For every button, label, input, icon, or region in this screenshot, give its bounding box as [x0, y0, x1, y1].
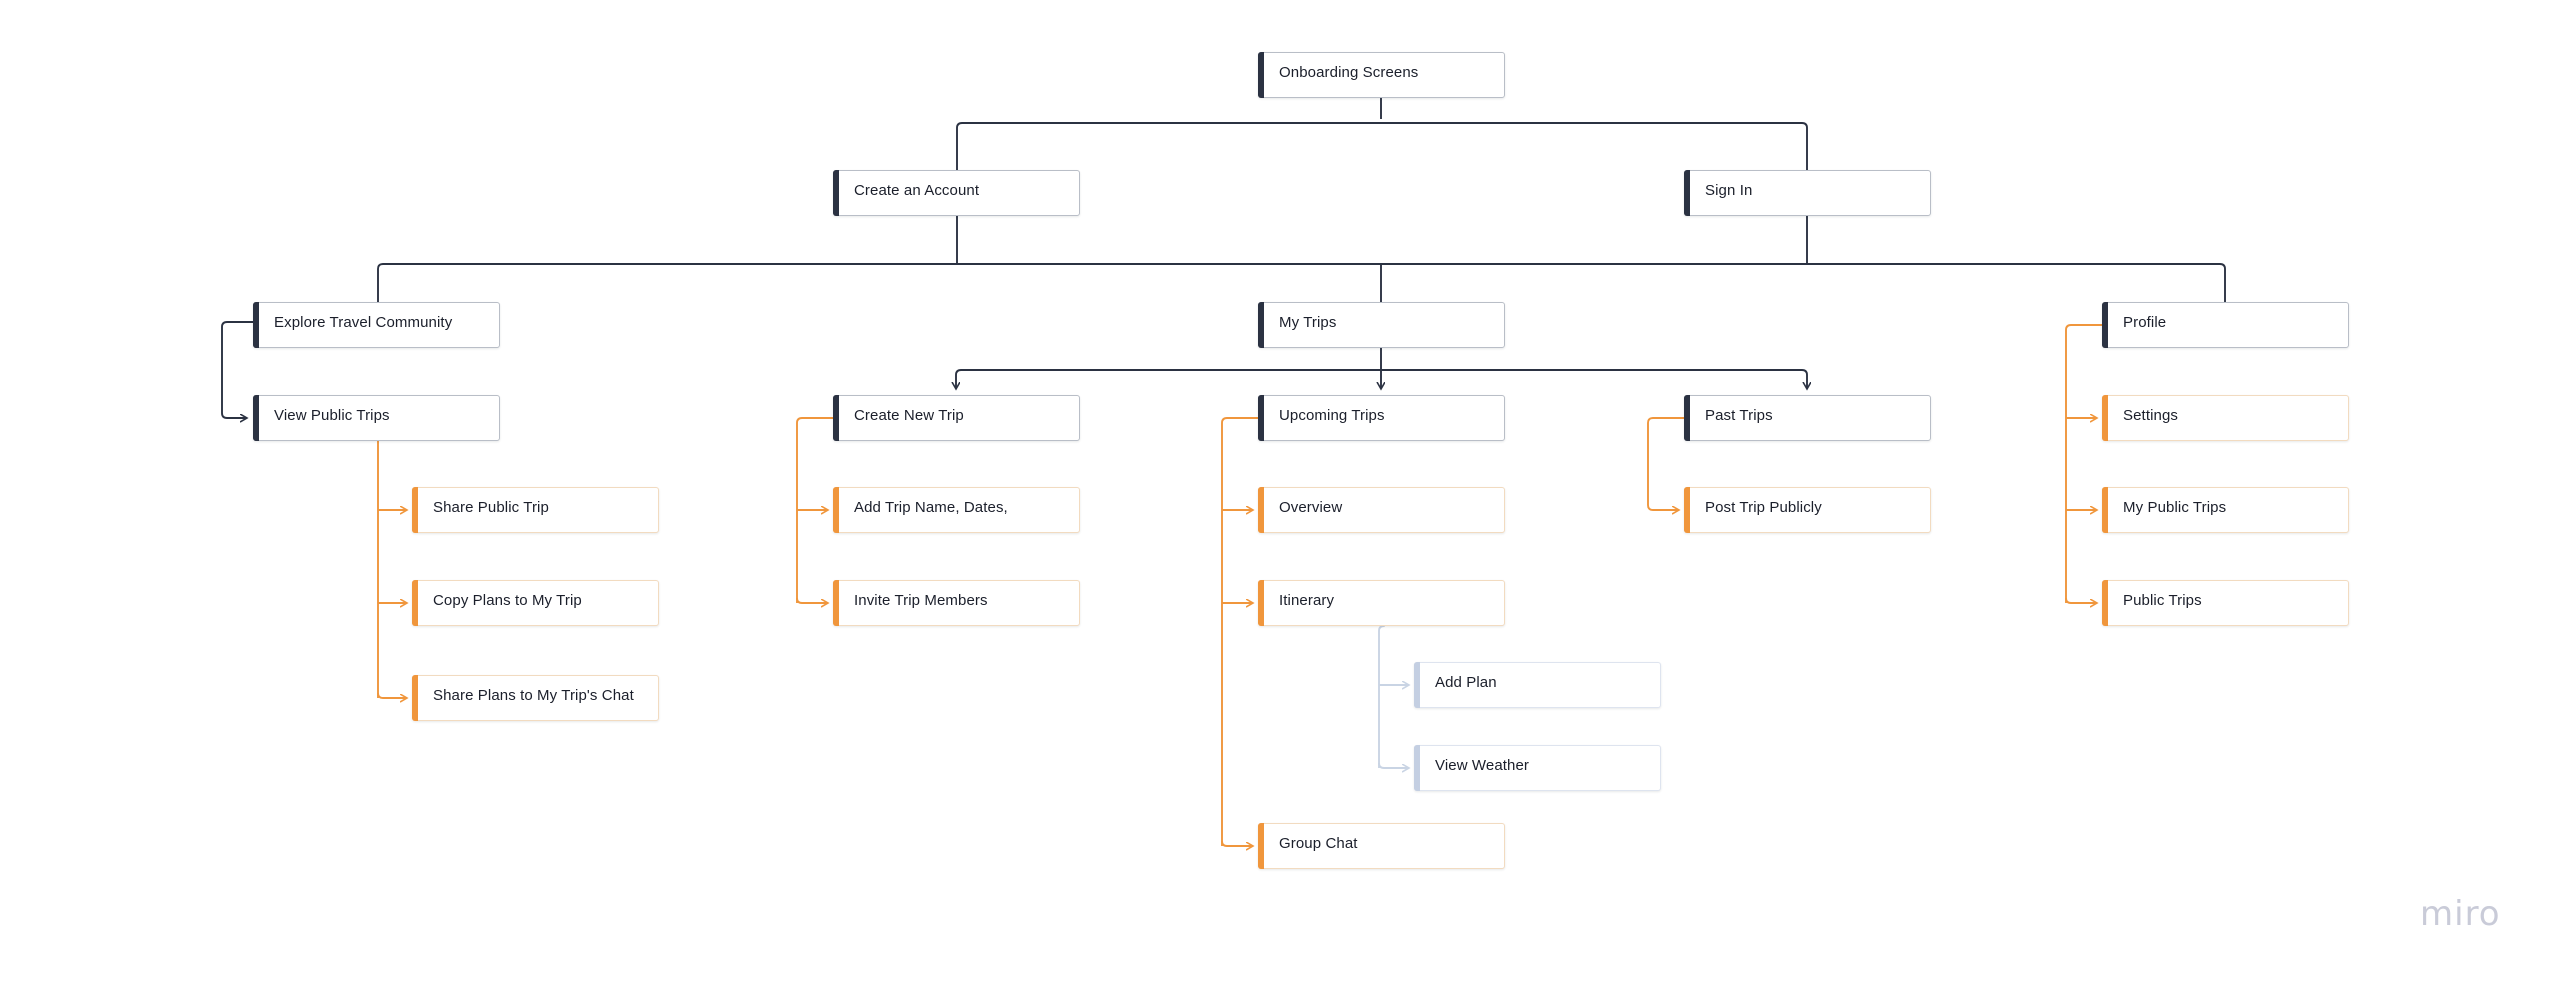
node-invite-trip-members[interactable]: Invite Trip Members — [833, 580, 1080, 626]
node-accent-bar-past-trips — [1684, 395, 1690, 441]
node-accent-bar-upcoming-trips — [1258, 395, 1264, 441]
node-upcoming-trips[interactable]: Upcoming Trips — [1258, 395, 1505, 441]
edge-vpt-to-share-plans-chat — [377, 692, 406, 698]
node-accent-bar-create-new-trip — [833, 395, 839, 441]
node-label-add-trip-name-dates: Add Trip Name, Dates, — [854, 499, 1008, 516]
node-create-an-account[interactable]: Create an Account — [833, 170, 1080, 216]
node-accent-bar-my-public-trips — [2102, 487, 2108, 533]
node-label-create-new-trip: Create New Trip — [854, 407, 964, 424]
node-accent-bar-public-trips — [2102, 580, 2108, 626]
node-accent-bar-my-trips — [1258, 302, 1264, 348]
node-past-trips[interactable]: Past Trips — [1684, 395, 1931, 441]
node-accent-bar-create-an-account — [833, 170, 839, 216]
node-accent-bar-group-chat — [1258, 823, 1264, 869]
node-label-view-public-trips: View Public Trips — [274, 407, 390, 424]
edge-view-public-trips-trunk — [253, 417, 384, 698]
miro-watermark: miro — [2420, 894, 2501, 934]
node-group-chat[interactable]: Group Chat — [1258, 823, 1505, 869]
node-accent-bar-invite-trip-members — [833, 580, 839, 626]
node-label-onboarding-screens: Onboarding Screens — [1279, 64, 1419, 81]
edge-create-new-trip-trunk — [796, 417, 833, 603]
node-my-public-trips[interactable]: My Public Trips — [2102, 487, 2349, 533]
node-sign-in[interactable]: Sign In — [1684, 170, 1931, 216]
node-label-itinerary: Itinerary — [1279, 592, 1335, 609]
node-accent-bar-add-plan — [1414, 662, 1420, 708]
node-accent-bar-view-weather — [1414, 745, 1420, 791]
node-label-share-public-trip: Share Public Trip — [433, 499, 549, 516]
node-accent-bar-post-trip-publicly — [1684, 487, 1690, 533]
node-share-plans-to-my-trips-chat[interactable]: Share Plans to My Trip's Chat — [412, 675, 659, 721]
node-label-post-trip-publicly: Post Trip Publicly — [1705, 499, 1822, 516]
node-public-trips[interactable]: Public Trips — [2102, 580, 2349, 626]
node-explore-travel-community[interactable]: Explore Travel Community — [253, 302, 500, 348]
node-label-view-weather: View Weather — [1435, 757, 1530, 774]
node-label-sign-in: Sign In — [1705, 182, 1753, 199]
node-accent-bar-itinerary — [1258, 580, 1264, 626]
edge-cnt-to-invite-members — [796, 597, 827, 603]
node-label-overview: Overview — [1279, 499, 1343, 516]
node-label-invite-trip-members: Invite Trip Members — [854, 592, 988, 609]
node-profile[interactable]: Profile — [2102, 302, 2349, 348]
edge-profile-to-public-trips — [2065, 597, 2096, 603]
node-label-share-plans-to-my-trips-chat: Share Plans to My Trip's Chat — [433, 687, 634, 704]
node-label-upcoming-trips: Upcoming Trips — [1279, 407, 1385, 424]
node-accent-bar-share-public-trip — [412, 487, 418, 533]
edge-profile-trunk — [2065, 324, 2102, 603]
edge-bus-row2 — [956, 122, 1808, 129]
edge-itinerary-to-view-weather — [1378, 762, 1408, 768]
node-view-weather[interactable]: View Weather — [1414, 745, 1661, 791]
node-create-new-trip[interactable]: Create New Trip — [833, 395, 1080, 441]
node-accent-bar-sign-in — [1684, 170, 1690, 216]
edge-upcoming-trips-trunk — [1221, 417, 1258, 846]
node-label-explore-travel-community: Explore Travel Community — [274, 314, 453, 331]
node-onboarding-screens[interactable]: Onboarding Screens — [1258, 52, 1505, 98]
node-label-copy-plans-to-my-trip: Copy Plans to My Trip — [433, 592, 582, 609]
node-label-create-an-account: Create an Account — [854, 182, 980, 199]
node-accent-bar-add-trip-name-dates — [833, 487, 839, 533]
node-copy-plans-to-my-trip[interactable]: Copy Plans to My Trip — [412, 580, 659, 626]
node-my-trips[interactable]: My Trips — [1258, 302, 1505, 348]
node-accent-bar-settings — [2102, 395, 2108, 441]
node-label-profile: Profile — [2123, 314, 2167, 331]
node-accent-bar-explore-travel-community — [253, 302, 259, 348]
node-label-past-trips: Past Trips — [1705, 407, 1773, 424]
node-accent-bar-view-public-trips — [253, 395, 259, 441]
edge-past-trips-trunk — [1647, 417, 1684, 510]
edge-bus-row4 — [955, 369, 1808, 376]
node-label-my-trips: My Trips — [1279, 314, 1337, 331]
node-label-group-chat: Group Chat — [1279, 835, 1358, 852]
node-accent-bar-overview — [1258, 487, 1264, 533]
edge-bus-row3 — [377, 263, 2226, 270]
node-settings[interactable]: Settings — [2102, 395, 2349, 441]
node-add-plan[interactable]: Add Plan — [1414, 662, 1661, 708]
flowchart-canvas: Onboarding Screens Create an Account Sign … — [0, 0, 2560, 985]
edge-itinerary-trunk — [1378, 625, 1385, 768]
edge-ut-to-group-chat — [1221, 840, 1252, 846]
node-add-trip-name-dates[interactable]: Add Trip Name, Dates, — [833, 487, 1080, 533]
node-label-public-trips: Public Trips — [2123, 592, 2202, 609]
node-accent-bar-share-plans-to-my-trips-chat — [412, 675, 418, 721]
node-label-add-plan: Add Plan — [1435, 674, 1497, 691]
node-post-trip-publicly[interactable]: Post Trip Publicly — [1684, 487, 1931, 533]
node-share-public-trip[interactable]: Share Public Trip — [412, 487, 659, 533]
node-itinerary[interactable]: Itinerary — [1258, 580, 1505, 626]
node-label-my-public-trips: My Public Trips — [2123, 499, 2227, 516]
node-accent-bar-onboarding-screens — [1258, 52, 1264, 98]
node-accent-bar-copy-plans-to-my-trip — [412, 580, 418, 626]
node-accent-bar-profile — [2102, 302, 2108, 348]
node-label-settings: Settings — [2123, 407, 2178, 424]
node-view-public-trips[interactable]: View Public Trips — [253, 395, 500, 441]
node-overview[interactable]: Overview — [1258, 487, 1505, 533]
edge-explore-to-view-public-trips — [221, 321, 253, 418]
